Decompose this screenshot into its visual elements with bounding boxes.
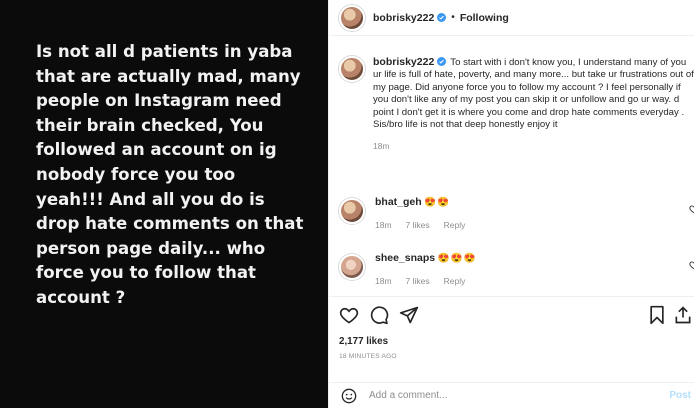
action-bar: [329, 296, 694, 336]
verified-icon: [437, 57, 447, 66]
avatar[interactable]: [339, 254, 365, 280]
post-header: bobrisky222 • Following: [329, 0, 694, 36]
story-text: Is not all d patients in yaba that are a…: [36, 42, 304, 307]
caption-time[interactable]: 18m: [373, 141, 694, 151]
comment-time[interactable]: 18m: [375, 276, 392, 286]
likes-count[interactable]: 2,177 likes: [339, 336, 388, 347]
caption: bobrisky222 To start with i don't know y…: [339, 56, 694, 151]
post-sidebar: bobrisky222 • Following bobrisky222 To s…: [328, 0, 694, 408]
comment-item: shee_snaps 😍😍😍 18m 7 likes Reply: [339, 252, 694, 286]
avatar[interactable]: [339, 198, 365, 224]
comment-text: 😍😍😍: [437, 253, 477, 264]
comment-likes[interactable]: 7 likes: [406, 220, 430, 230]
share-outline-icon[interactable]: [673, 305, 693, 325]
heart-icon[interactable]: [339, 305, 359, 325]
post-timestamp[interactable]: 18 MINUTES AGO: [339, 353, 397, 360]
smile-icon[interactable]: [341, 388, 357, 404]
comment-time[interactable]: 18m: [375, 220, 392, 230]
comment-likes[interactable]: 7 likes: [406, 276, 430, 286]
reply-button[interactable]: Reply: [444, 220, 466, 230]
separator-dot: •: [451, 12, 455, 23]
avatar[interactable]: [339, 4, 365, 31]
verified-icon: [437, 13, 447, 22]
header-username[interactable]: bobrisky222: [373, 12, 434, 24]
reply-button[interactable]: Reply: [444, 276, 466, 286]
add-comment-bar: Add a comment... Post: [329, 382, 694, 408]
post-media[interactable]: Is not all d patients in yaba that are a…: [0, 0, 328, 408]
avatar[interactable]: [339, 56, 365, 82]
instagram-post: Is not all d patients in yaba that are a…: [0, 0, 694, 408]
comment-item: bhat_geh 😍😍 18m 7 likes Reply: [339, 196, 694, 230]
comment-icon[interactable]: [369, 305, 389, 325]
comment-text: 😍😍: [424, 197, 451, 208]
share-icon[interactable]: [399, 305, 419, 325]
heart-icon[interactable]: [689, 260, 694, 270]
bookmark-icon[interactable]: [647, 305, 667, 325]
comment-username[interactable]: bhat_geh: [375, 196, 422, 208]
caption-username[interactable]: bobrisky222: [373, 56, 434, 68]
comment-username[interactable]: shee_snaps: [375, 252, 435, 264]
post-button[interactable]: Post: [669, 390, 691, 401]
following-button[interactable]: Following: [460, 12, 509, 24]
comment-input[interactable]: Add a comment...: [369, 390, 447, 401]
heart-icon[interactable]: [689, 204, 694, 214]
